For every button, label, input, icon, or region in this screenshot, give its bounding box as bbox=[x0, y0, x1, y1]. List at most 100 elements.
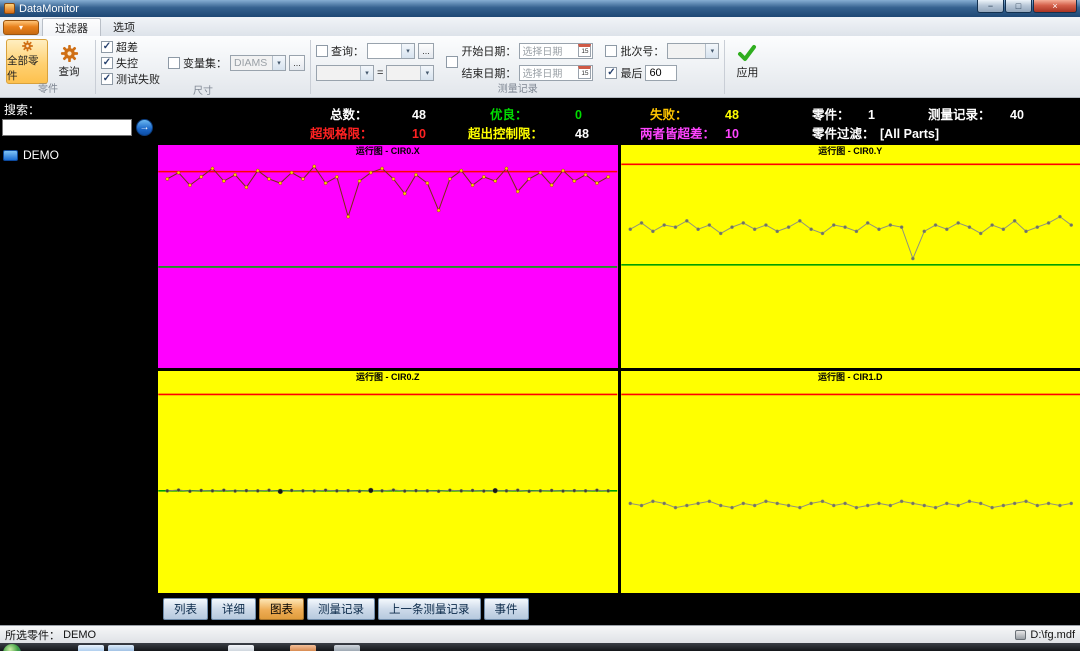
tab-detail-view[interactable]: 详细 bbox=[211, 598, 256, 620]
group-separator bbox=[310, 40, 311, 94]
checkbox-label: 失控 bbox=[116, 55, 138, 71]
window-title: DataMonitor bbox=[19, 3, 79, 15]
date-placeholder: 选择日期 bbox=[520, 43, 578, 58]
windows-taskbar bbox=[0, 643, 1080, 651]
taskbar-icon[interactable] bbox=[228, 645, 254, 651]
gear-icon bbox=[18, 40, 37, 52]
end-date-label: 结束日期： bbox=[461, 65, 516, 81]
chart-grid: 运行图 - CIR0.X 运行图 - CIR0.Y 运行图 - CIR0.Z 运… bbox=[158, 145, 1080, 593]
batch-label: 批次号： bbox=[620, 43, 664, 59]
status-bar: 所选零件： DEMO D:\fg.mdf bbox=[0, 625, 1080, 643]
stat-records: 测量记录：40 bbox=[928, 104, 1024, 123]
tab-filter[interactable]: 过滤器 bbox=[42, 18, 101, 36]
query-parts-button[interactable]: 查询 bbox=[48, 39, 90, 84]
end-date-input[interactable]: 选择日期 15 bbox=[519, 65, 593, 81]
run-chart-plot bbox=[621, 158, 1080, 368]
stat-over-control: 超出控制限：48 bbox=[468, 123, 589, 142]
checkbox-out-of-tolerance[interactable]: 超差 bbox=[101, 39, 160, 54]
tab-list-view[interactable]: 列表 bbox=[163, 598, 208, 620]
run-chart-cir0-y[interactable]: 运行图 - CIR0.Y bbox=[621, 145, 1080, 368]
taskbar-icon[interactable] bbox=[78, 645, 104, 651]
part-name-label: DEMO bbox=[23, 148, 59, 162]
start-button[interactable] bbox=[3, 644, 21, 651]
variable-set-checkbox[interactable] bbox=[168, 57, 180, 69]
stat-good: 优良：0 bbox=[490, 104, 582, 123]
chevron-down-icon: ▾ bbox=[360, 66, 373, 80]
checkbox-test-failed[interactable]: 测试失败 bbox=[101, 71, 160, 86]
date-filter-checkbox[interactable] bbox=[446, 56, 458, 68]
group-separator bbox=[95, 40, 96, 94]
run-chart-plot bbox=[158, 384, 618, 594]
run-chart-plot bbox=[621, 384, 1080, 594]
chart-title: 运行图 - CIR0.Z bbox=[158, 371, 618, 384]
taskbar-icon[interactable] bbox=[108, 645, 134, 651]
sidebar-item-demo[interactable]: DEMO bbox=[0, 147, 158, 163]
stat-part-filter: 零件过滤：[All Parts] bbox=[812, 123, 939, 142]
tab-measurement-records[interactable]: 测量记录 bbox=[307, 598, 375, 620]
search-label: 搜索： bbox=[4, 101, 40, 118]
selected-part-label: 所选零件： bbox=[5, 627, 60, 643]
taskbar-icon[interactable] bbox=[334, 645, 360, 651]
calendar-icon[interactable]: 15 bbox=[578, 44, 591, 57]
run-chart-cir0-z[interactable]: 运行图 - CIR0.Z bbox=[158, 371, 618, 594]
date-placeholder: 选择日期 bbox=[520, 65, 578, 80]
variable-set-select[interactable]: DIAMS ▾ bbox=[230, 55, 286, 71]
database-path: D:\fg.mdf bbox=[1030, 629, 1075, 641]
group-label-measurements: 测量记录 bbox=[312, 84, 723, 97]
minimize-button[interactable]: − bbox=[977, 0, 1004, 13]
app-menu-button[interactable]: ▾ bbox=[3, 20, 39, 35]
checkbox-icon bbox=[101, 57, 113, 69]
run-chart-cir0-x[interactable]: 运行图 - CIR0.X bbox=[158, 145, 618, 368]
datamonitor-window: DataMonitor − □ × ▾ 过滤器 选项 全部零件 查询 零 bbox=[0, 0, 1080, 651]
tab-events[interactable]: 事件 bbox=[484, 598, 529, 620]
stat-total: 总数：48 bbox=[330, 104, 426, 123]
ribbon: 全部零件 查询 零件 超差 失控 bbox=[0, 36, 1080, 98]
variable-set-more-button[interactable]: ... bbox=[289, 55, 305, 71]
stat-over-spec: 超规格限：10 bbox=[310, 123, 426, 142]
batch-checkbox[interactable] bbox=[605, 45, 617, 57]
part-icon bbox=[3, 150, 18, 161]
batch-select[interactable]: ▾ bbox=[667, 43, 719, 59]
chevron-down-icon: ▾ bbox=[272, 56, 285, 70]
checkbox-label: 测试失败 bbox=[116, 71, 160, 87]
checkbox-out-of-control[interactable]: 失控 bbox=[101, 55, 160, 70]
arrow-right-icon: → bbox=[140, 122, 150, 133]
stats-band: 搜索： → 总数：48 优良：0 失败：48 零件：1 测量记录：40 超规格限… bbox=[0, 98, 1080, 145]
ribbon-group-parts: 全部零件 查询 零件 bbox=[2, 37, 94, 97]
chart-title: 运行图 - CIR1.D bbox=[621, 371, 1080, 384]
tab-options[interactable]: 选项 bbox=[101, 18, 147, 36]
chart-title: 运行图 - CIR0.Y bbox=[621, 145, 1080, 158]
apply-button[interactable]: 应用 bbox=[736, 43, 758, 80]
start-date-input[interactable]: 选择日期 15 bbox=[519, 43, 593, 59]
check-icon bbox=[736, 43, 758, 63]
run-chart-plot bbox=[158, 158, 618, 368]
last-n-label: 最后 bbox=[620, 65, 642, 81]
maximize-button[interactable]: □ bbox=[1005, 0, 1032, 13]
search-input[interactable] bbox=[2, 119, 132, 136]
measurement-query-checkbox[interactable] bbox=[316, 45, 328, 57]
close-button[interactable]: × bbox=[1033, 0, 1077, 13]
tab-chart-view[interactable]: 图表 bbox=[259, 598, 304, 620]
all-parts-button[interactable]: 全部零件 bbox=[6, 39, 48, 84]
view-tabs-bar: 列表 详细 图表 测量记录 上一条测量记录 事件 bbox=[0, 593, 1080, 625]
titlebar: DataMonitor − □ × bbox=[0, 0, 1080, 17]
query-value-select[interactable]: ▾ bbox=[386, 65, 434, 81]
run-chart-cir1-d[interactable]: 运行图 - CIR1.D bbox=[621, 371, 1080, 594]
chevron-down-icon: ▾ bbox=[401, 44, 414, 58]
minimize-icon: − bbox=[988, 1, 993, 11]
measurement-query-more-button[interactable]: ... bbox=[418, 43, 434, 59]
stat-fail: 失败：48 bbox=[650, 104, 739, 123]
last-n-input[interactable] bbox=[645, 65, 677, 81]
query-field-select[interactable]: ▾ bbox=[316, 65, 374, 81]
calendar-icon[interactable]: 15 bbox=[578, 66, 591, 79]
chevron-down-icon: ▾ bbox=[420, 66, 433, 80]
taskbar-icon[interactable] bbox=[290, 645, 316, 651]
search-go-button[interactable]: → bbox=[136, 119, 153, 136]
main-area: DEMO 运行图 - CIR0.X 运行图 - CIR0.Y 运行图 - CIR… bbox=[0, 145, 1080, 593]
measurement-query-select[interactable]: ▾ bbox=[367, 43, 415, 59]
all-parts-label: 全部零件 bbox=[7, 53, 47, 83]
variable-set-label: 变量集： bbox=[183, 55, 227, 71]
last-n-checkbox[interactable] bbox=[605, 67, 617, 79]
chevron-down-icon: ▾ bbox=[705, 44, 718, 58]
tab-previous-measurement-record[interactable]: 上一条测量记录 bbox=[378, 598, 481, 620]
